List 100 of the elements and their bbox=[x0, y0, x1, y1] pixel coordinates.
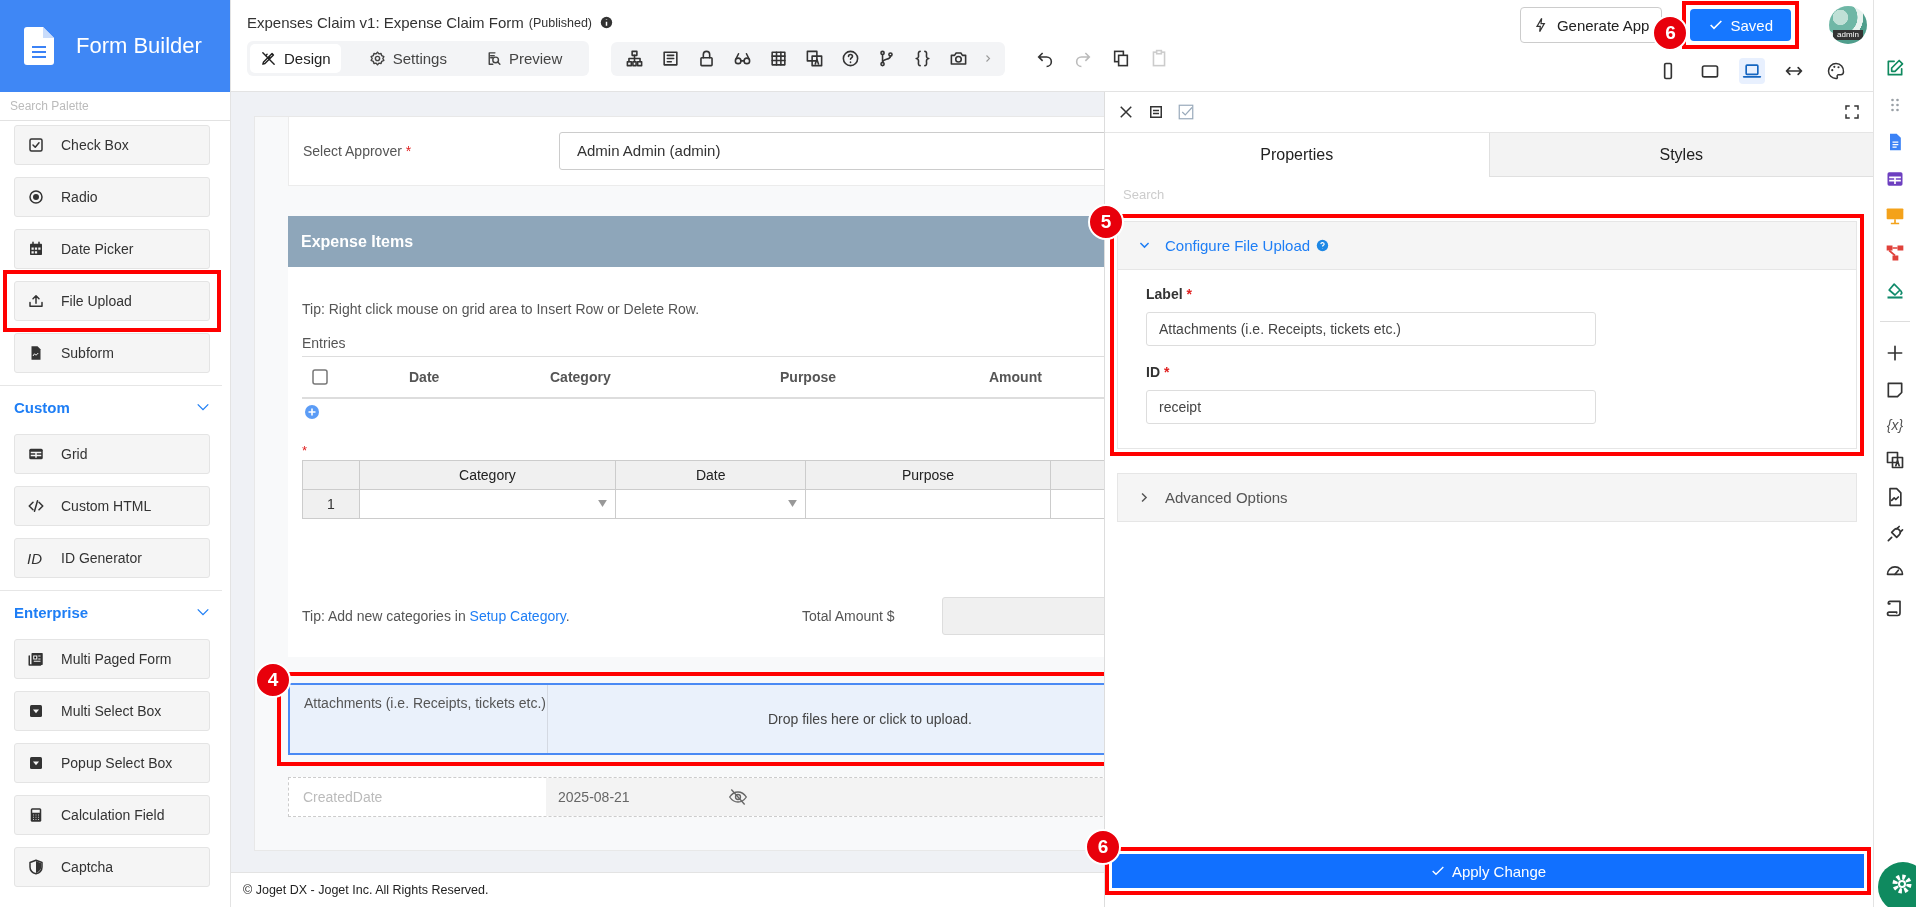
add-row-icon[interactable] bbox=[305, 405, 319, 419]
help-icon[interactable] bbox=[841, 49, 861, 68]
callout-badge: 4 bbox=[255, 662, 291, 698]
camera-icon[interactable] bbox=[949, 49, 969, 68]
palette-item[interactable]: Custom HTML bbox=[14, 486, 210, 526]
document-icon bbox=[24, 27, 54, 65]
checkbox-icon bbox=[27, 136, 45, 154]
status-label: (Published) bbox=[528, 15, 592, 30]
field-value: 2025-08-21 bbox=[558, 789, 630, 805]
field-label: Select Approver bbox=[303, 143, 402, 159]
plug-icon[interactable] bbox=[1885, 524, 1905, 544]
palette-item[interactable]: Grid bbox=[14, 434, 210, 474]
radio-icon bbox=[27, 188, 45, 206]
app-title: Form Builder bbox=[76, 33, 202, 59]
required-mark: * bbox=[405, 143, 412, 159]
palette-item[interactable]: Date Picker bbox=[14, 229, 210, 269]
palette-item[interactable]: Check Box bbox=[14, 125, 210, 165]
palette-item[interactable]: Radio bbox=[14, 177, 210, 217]
variables-icon[interactable]: {x} bbox=[1886, 417, 1904, 433]
palette-item[interactable]: Captcha bbox=[14, 847, 210, 887]
form-title: Expenses Claim v1: Expense Claim Form bbox=[247, 14, 524, 31]
laptop-icon[interactable] bbox=[1739, 58, 1765, 84]
palette-item[interactable]: Popup Select Box bbox=[14, 743, 210, 783]
callout-badge: 6 bbox=[1652, 15, 1689, 51]
palette-item[interactable]: Calculation Field bbox=[14, 795, 210, 835]
checkbox[interactable] bbox=[312, 369, 328, 385]
tip-text: Tip: Add new categories in Setup Category. bbox=[302, 608, 571, 624]
info-icon bbox=[600, 16, 613, 29]
apply-change-button[interactable]: Apply Change bbox=[1112, 854, 1864, 888]
table-icon[interactable] bbox=[1885, 169, 1905, 189]
required-mark: * bbox=[1164, 364, 1170, 380]
pencil-ruler-icon bbox=[260, 50, 277, 67]
palette-item[interactable]: ID ID Generator bbox=[14, 538, 210, 578]
pages-icon bbox=[27, 650, 45, 668]
column-header: Category bbox=[359, 460, 616, 490]
code-icon bbox=[27, 497, 45, 515]
edit-icon[interactable] bbox=[1885, 58, 1905, 78]
avatar[interactable]: admin bbox=[1829, 6, 1867, 44]
dropdown-icon bbox=[27, 754, 45, 772]
dropdown-icon bbox=[27, 702, 45, 720]
field-label: CreatedDate bbox=[302, 789, 384, 805]
hierarchy-icon[interactable] bbox=[625, 49, 645, 68]
translate-icon[interactable] bbox=[805, 49, 825, 68]
palette-item[interactable]: File Upload bbox=[14, 281, 210, 321]
window-icon[interactable] bbox=[1147, 103, 1165, 121]
generate-app-button[interactable]: Generate App bbox=[1519, 7, 1663, 43]
column-header: Category bbox=[550, 369, 611, 385]
shield-icon bbox=[27, 858, 45, 876]
setup-category-link[interactable]: Setup Category bbox=[469, 608, 566, 624]
id-glyph-icon: ID bbox=[27, 549, 45, 567]
calendar-icon bbox=[27, 240, 45, 258]
grid-cell[interactable] bbox=[805, 489, 1051, 519]
row-number: 1 bbox=[302, 489, 360, 519]
grid-cell[interactable] bbox=[359, 489, 616, 519]
upload-icon bbox=[27, 292, 45, 310]
palette-group-header[interactable]: Enterprise bbox=[14, 597, 210, 627]
column-header: Date bbox=[615, 460, 806, 490]
braces-icon[interactable] bbox=[913, 49, 933, 68]
palette-item[interactable]: Subform bbox=[14, 333, 210, 373]
mode-tab[interactable]: Preview bbox=[474, 44, 573, 73]
column-header: Date bbox=[409, 369, 440, 385]
fullscreen-icon[interactable] bbox=[1843, 103, 1861, 121]
dropdown-arrow-icon bbox=[598, 500, 608, 507]
close-icon[interactable] bbox=[1117, 103, 1135, 121]
table-icon[interactable] bbox=[769, 49, 789, 68]
section-header[interactable]: Configure File Upload bbox=[1118, 222, 1856, 270]
saved-button[interactable]: Saved bbox=[1690, 9, 1791, 41]
tip-text: Tip: Right click mouse on grid area to Insert Row or Delete Row. bbox=[302, 301, 701, 317]
flow-icon[interactable] bbox=[1885, 243, 1905, 263]
mode-tab[interactable]: Design bbox=[250, 44, 341, 73]
column-header: Purpose bbox=[805, 460, 1051, 490]
dropdown-arrow-icon bbox=[788, 500, 798, 507]
field-label: Attachments (i.e. Receipts, tickets etc.) bbox=[290, 685, 548, 753]
required-mark: * bbox=[1186, 286, 1193, 302]
panel-tab[interactable]: Styles bbox=[1489, 133, 1873, 177]
eye-off-icon bbox=[727, 787, 748, 807]
palette-group-header[interactable]: Custom bbox=[14, 392, 210, 422]
text-field[interactable]: Attachments (i.e. Receipts, tickets etc.) bbox=[1146, 312, 1596, 346]
palette-item[interactable]: Multi Paged Form bbox=[14, 639, 210, 679]
section-header[interactable]: Advanced Options bbox=[1118, 474, 1856, 521]
hidden-field-row[interactable]: CreatedDate 2025-08-21 bbox=[288, 777, 1104, 817]
field-label: ID bbox=[1146, 364, 1160, 380]
palette-item[interactable]: Multi Select Box bbox=[14, 691, 210, 731]
translate-icon[interactable] bbox=[1885, 450, 1905, 470]
file-upload-row[interactable]: Attachments (i.e. Receipts, tickets etc.) Drop files here or click to upload. bbox=[288, 683, 1104, 755]
checkbox-icon[interactable] bbox=[1177, 103, 1195, 121]
gear-icon bbox=[368, 50, 386, 67]
grid-cell[interactable] bbox=[615, 489, 806, 519]
plus-icon[interactable] bbox=[1885, 343, 1905, 363]
drop-zone[interactable]: Drop files here or click to upload. bbox=[548, 685, 1104, 753]
field-label: Total Amount $ bbox=[802, 608, 896, 624]
form-icon[interactable] bbox=[661, 49, 681, 68]
mode-tab[interactable]: Settings bbox=[358, 44, 457, 73]
text-field[interactable]: receipt bbox=[1146, 390, 1596, 424]
paint-bucket-icon[interactable] bbox=[1885, 280, 1905, 300]
column-header: Amount bbox=[989, 369, 1042, 385]
required-mark: * bbox=[302, 443, 309, 458]
form-row[interactable]: Select Approver * Admin Admin (admin) bbox=[288, 117, 1104, 186]
note-icon[interactable] bbox=[1885, 380, 1905, 400]
select-field[interactable]: Admin Admin (admin) bbox=[559, 132, 1104, 170]
